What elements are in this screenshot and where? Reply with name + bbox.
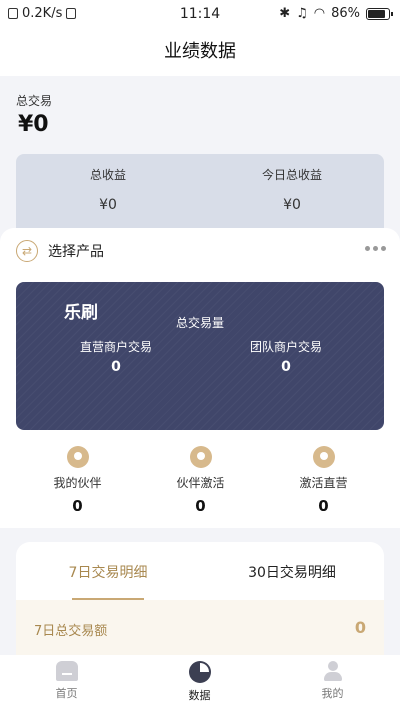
wifi-icon: ◠ [313,6,326,21]
activate-direct[interactable]: 激活直营 0 [257,446,390,515]
tab-30-day[interactable]: 30日交易明细 [200,562,384,582]
page-title: 业绩数据 [0,28,400,76]
today-income-label: 今日总收益 [261,168,322,182]
today-income-value: ¥0 [283,197,301,213]
nav-home[interactable]: 首页 [0,661,133,701]
direct-icon [312,446,335,468]
nav-data-label: 数据 [188,689,211,702]
bottom-nav: 首页 数据 我的 [0,655,400,711]
trade-detail-section: 7日交易明细 30日交易明细 7日总交易额 0 [16,542,384,662]
my-partners-label: 我的伙伴 [53,476,102,490]
activate-direct-label: 激活直营 [299,476,348,490]
nav-home-label: 首页 [55,687,78,700]
total-trade-value: ¥0 [18,112,49,137]
select-product-button[interactable]: ⇄ 选择产品 [16,240,104,262]
tab-7-day[interactable]: 7日交易明细 [16,562,200,582]
my-partners[interactable]: 我的伙伴 0 [11,446,144,515]
partner-activation-label: 伙伴激活 [176,476,225,490]
swap-icon: ⇄ [16,240,38,262]
user-icon [322,661,344,681]
total-income-label: 总收益 [89,168,126,182]
income-card: 总收益 ¥0 今日总收益 ¥0 [16,154,384,236]
bluetooth-icon: ✱ [279,6,291,21]
total-income: 总收益 ¥0 [16,166,200,213]
my-partners-value: 0 [72,497,83,515]
nav-data[interactable]: 数据 [133,661,266,703]
trade-volume-card: 乐刷 总交易量 直营商户交易 0 团队商户交易 0 [16,282,384,430]
total-income-value: ¥0 [99,197,117,213]
team-merchant-trade: 团队商户交易 0 [186,338,384,375]
nav-me-label: 我的 [321,687,344,700]
product-panel: ⇄ 选择产品 乐刷 总交易量 直营商户交易 0 团队商户交易 0 我的伙伴 0 … [0,228,400,528]
seven-day-total-value: 0 [354,618,366,637]
more-icon[interactable] [365,246,386,251]
total-trade-label: 总交易 [16,94,53,108]
partner-activation[interactable]: 伙伴激活 0 [134,446,267,515]
partner-icon [66,446,89,468]
home-icon [55,661,78,681]
select-product-label: 选择产品 [48,244,104,260]
summary-section: 总交易 ¥0 总收益 ¥0 今日总收益 ¥0 [0,76,400,236]
seven-day-total-label: 7日总交易额 [34,624,108,639]
today-income: 今日总收益 ¥0 [200,166,384,213]
activate-icon [189,446,212,468]
trade-volume-title: 总交易量 [175,316,224,330]
nav-me[interactable]: 我的 [266,661,399,701]
activate-direct-value: 0 [318,497,329,515]
team-merchant-label: 团队商户交易 [249,340,322,354]
partner-activation-value: 0 [195,497,206,515]
status-right: ✱ ♫ ◠ 86% [279,6,393,21]
chart-icon [188,661,211,683]
mute-icon: ♫ [296,6,308,21]
battery-percent: 86% [331,6,360,21]
team-merchant-value: 0 [281,359,291,375]
status-bar: 0.2K/s 11:14 ✱ ♫ ◠ 86% [0,0,400,28]
seven-day-total-row: 7日总交易额 0 [16,600,384,656]
battery-icon [366,7,393,20]
